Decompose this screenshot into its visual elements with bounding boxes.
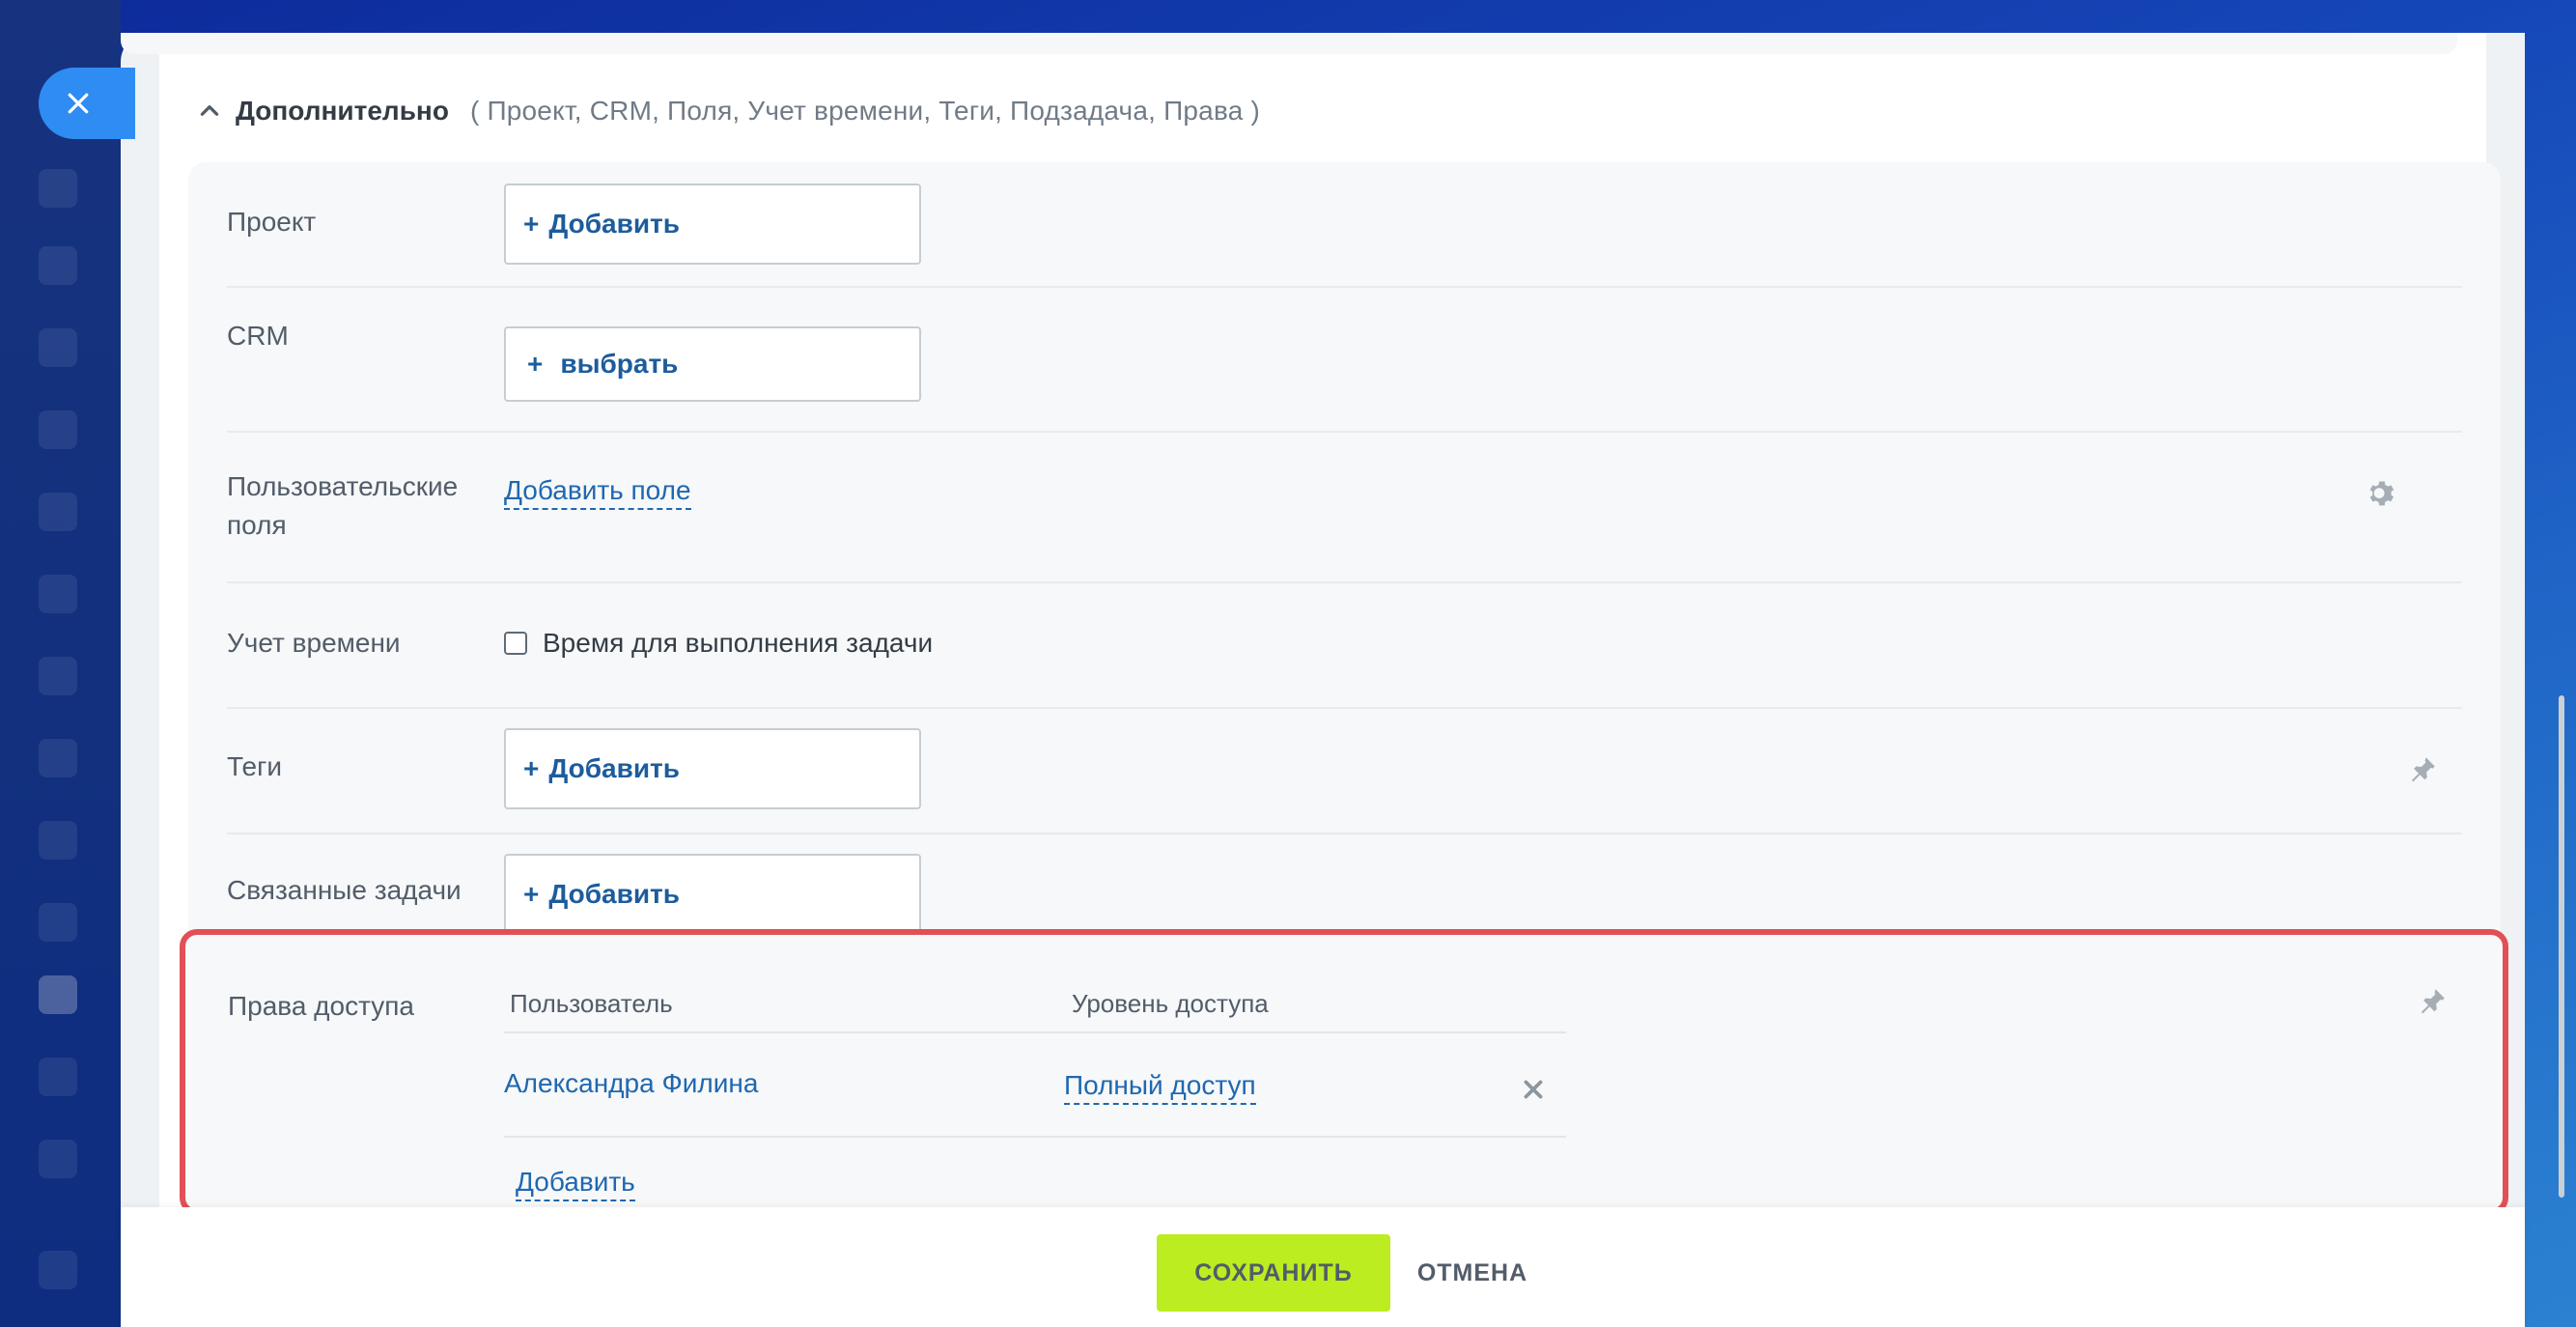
cancel-button[interactable]: ОТМЕНА: [1410, 1234, 1535, 1312]
plus-icon: +: [523, 879, 540, 909]
row-crm: CRM + выбрать: [227, 286, 2462, 433]
scrollbar[interactable]: [2559, 695, 2564, 1198]
row-label: CRM: [227, 321, 289, 351]
divider: [504, 1136, 1566, 1138]
sidebar-icon[interactable]: [39, 903, 77, 942]
sidebar-icon[interactable]: [39, 1058, 77, 1096]
button-label: выбрать: [560, 349, 679, 379]
row-time-tracking: Учет времени Время для выполнения задачи: [227, 581, 2462, 709]
row-related-tasks: Связанные задачи + Добавить: [227, 833, 2462, 935]
section-subtitle: ( Проект, CRM, Поля, Учет времени, Теги,…: [469, 96, 1260, 126]
left-sidebar: [0, 0, 121, 1327]
row-label: Теги: [227, 751, 282, 781]
select-crm-button[interactable]: + выбрать: [504, 326, 921, 402]
column-header-access-level: Уровень доступа: [1072, 989, 1269, 1018]
add-tag-button[interactable]: + Добавить: [504, 728, 921, 809]
sidebar-icon[interactable]: [39, 739, 77, 777]
chevron-up-icon: [200, 105, 219, 116]
row-label: поля: [227, 510, 287, 540]
access-rights-block: Права доступа Пользователь Уровень досту…: [180, 929, 2508, 1215]
gear-icon[interactable]: [2366, 477, 2398, 510]
sidebar-icon[interactable]: [39, 169, 77, 208]
row-label: Пользовательские: [227, 471, 459, 501]
sidebar-icon[interactable]: [39, 246, 77, 285]
close-slider-button[interactable]: [39, 68, 135, 139]
plus-icon: +: [527, 349, 544, 379]
row-project: Проект + Добавить: [227, 162, 2462, 288]
column-header-user: Пользователь: [510, 989, 673, 1018]
sidebar-icon[interactable]: [39, 410, 77, 449]
sidebar-icon[interactable]: [39, 328, 77, 367]
pin-icon[interactable]: [2416, 985, 2449, 1018]
add-project-button[interactable]: + Добавить: [504, 184, 921, 265]
divider: [504, 1031, 1566, 1033]
time-tracking-option[interactable]: Время для выполнения задачи: [504, 628, 933, 659]
checkbox-label: Время для выполнения задачи: [543, 628, 934, 658]
row-custom-fields: Пользовательские поля Добавить поле: [227, 431, 2462, 583]
row-label: Проект: [227, 207, 317, 237]
section-title: Дополнительно: [236, 96, 449, 126]
sidebar-icon[interactable]: [39, 975, 77, 1014]
remove-icon[interactable]: [1521, 1077, 1546, 1102]
pin-icon[interactable]: [2406, 753, 2439, 786]
add-access-link[interactable]: Добавить: [516, 1165, 635, 1201]
save-button[interactable]: СОХРАНИТЬ: [1157, 1234, 1390, 1312]
add-field-link[interactable]: Добавить поле: [504, 473, 691, 510]
access-level-selector[interactable]: Полный доступ: [1064, 1068, 1256, 1105]
sidebar-icon[interactable]: [39, 493, 77, 531]
sidebar-icon[interactable]: [39, 575, 77, 613]
time-tracking-checkbox[interactable]: [504, 632, 527, 655]
button-label: Добавить: [548, 753, 680, 783]
sidebar-icon[interactable]: [39, 1251, 77, 1289]
user-link[interactable]: Александра Филина: [504, 1068, 758, 1099]
row-label: Связанные задачи: [227, 875, 462, 905]
row-tags: Теги + Добавить: [227, 707, 2462, 834]
button-label: Добавить: [548, 209, 680, 239]
sidebar-icon[interactable]: [39, 1140, 77, 1178]
button-label: Добавить: [548, 879, 680, 909]
sidebar-icon[interactable]: [39, 657, 77, 695]
previous-card-edge: [121, 33, 2457, 54]
add-related-task-button[interactable]: + Добавить: [504, 854, 921, 935]
plus-icon: +: [523, 753, 540, 783]
sidebar-icon[interactable]: [39, 821, 77, 860]
close-icon: [68, 93, 89, 114]
section-header-additional[interactable]: Дополнительно ( Проект, CRM, Поля, Учет …: [197, 89, 1260, 133]
row-label: Учет времени: [227, 628, 401, 658]
access-rights-label: Права доступа: [228, 991, 414, 1021]
plus-icon: +: [523, 209, 540, 239]
